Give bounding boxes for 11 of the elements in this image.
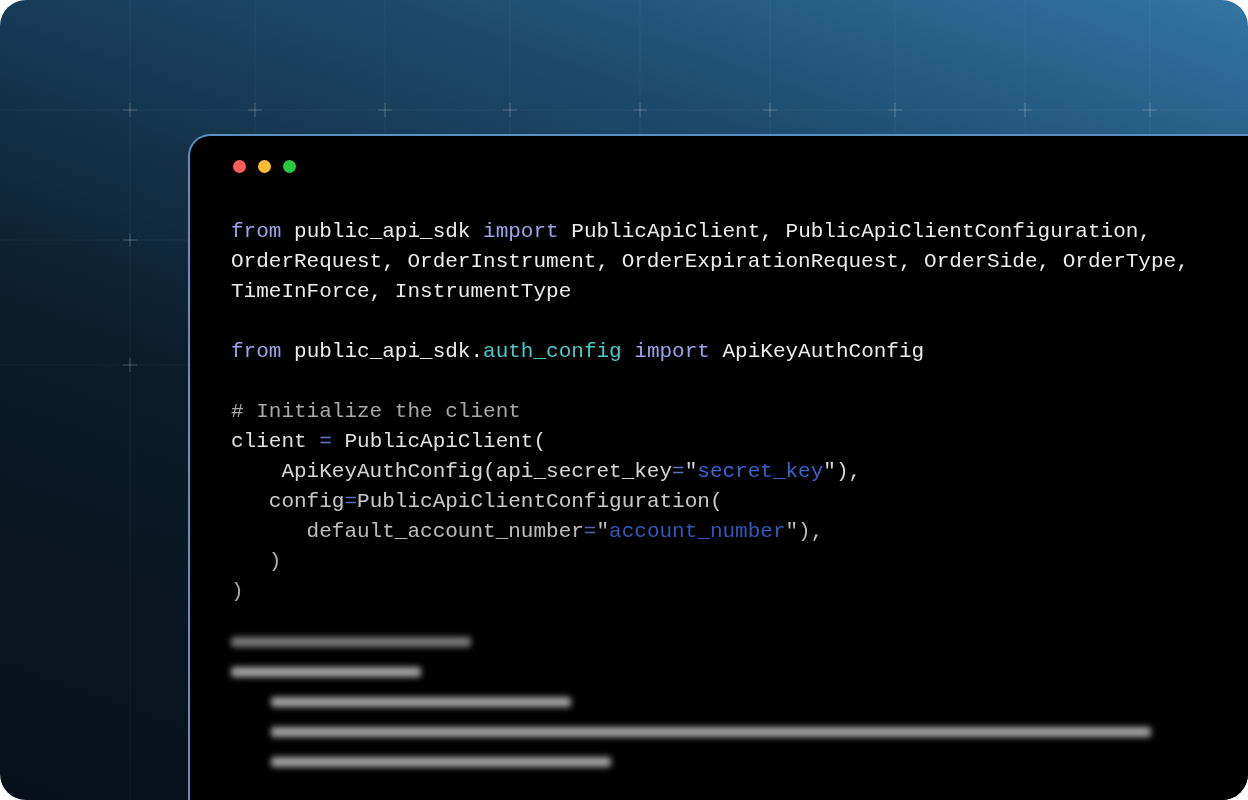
code-line: ApiKeyAuthConfig(api_secret_key="secret_key"), (280, 459, 862, 485)
code-line: ) (267, 549, 282, 575)
code-line: config=PublicApiClientConfiguration( (267, 489, 723, 515)
code-line: ) (231, 579, 244, 605)
code-line: # Initialize the client (231, 399, 521, 425)
code-line: client = PublicApiClient( (231, 429, 547, 455)
code-line: from public_api_sdk import PublicApiClient, PublicApiClientConfiguration, (231, 219, 1151, 245)
code-line: OrderRequest, OrderInstrument, OrderExpirationRequest, OrderSide, OrderType, (231, 249, 1189, 275)
code-line: from public_api_sdk.auth_config import ApiKeyAuthConfig (231, 339, 925, 365)
code-line: TimeInForce, InstrumentType (231, 279, 572, 305)
code-line: default_account_number="account_number"), (305, 519, 824, 545)
